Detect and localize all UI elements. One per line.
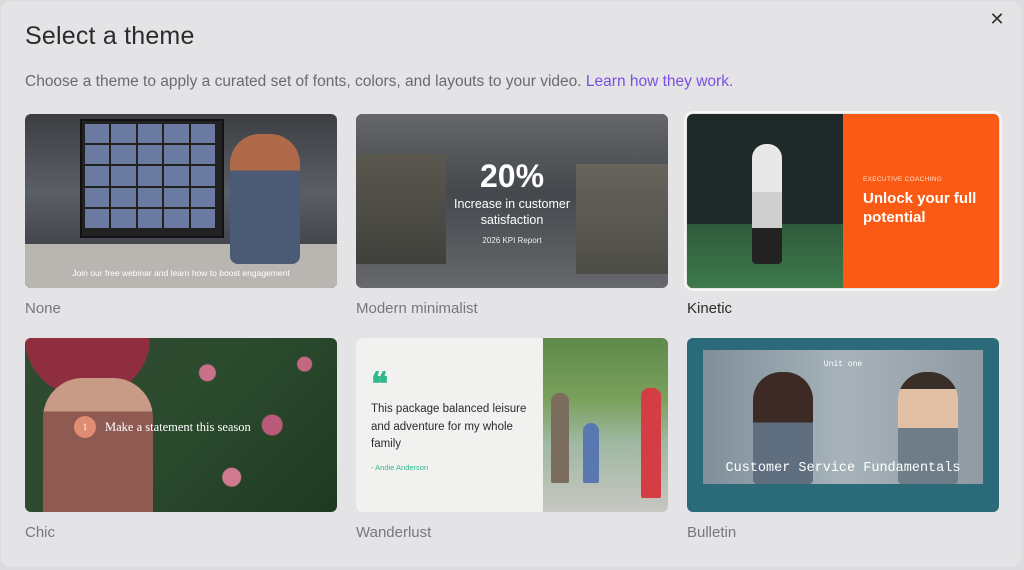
quote-text: This package balanced leisure and advent… — [371, 403, 527, 450]
dialog-subtitle: Choose a theme to apply a curated set of… — [25, 73, 733, 91]
theme-thumbnail-chic: 1 Make a statement this season — [25, 338, 337, 512]
theme-card-wanderlust[interactable]: ❝ This package balanced leisure and adve… — [356, 338, 668, 541]
headline-text: Unlock your full potential — [863, 190, 977, 226]
statement-text: Make a statement this season — [105, 420, 251, 434]
theme-card-modern-minimalist[interactable]: 20% Increase in customer satisfaction 20… — [356, 114, 668, 317]
quote-author: - Andie Anderson — [371, 463, 429, 472]
stat-value: 20% — [479, 158, 545, 194]
theme-card-chic[interactable]: 1 Make a statement this season Chic — [25, 338, 337, 541]
course-title: Customer Service Fundamentals — [725, 461, 961, 476]
theme-label: Bulletin — [687, 524, 737, 541]
theme-label: Modern minimalist — [356, 300, 478, 317]
learn-how-link[interactable]: Learn how they work. — [586, 73, 733, 90]
theme-label: Kinetic — [687, 300, 733, 317]
theme-dialog: ✕ Select a theme Choose a theme to apply… — [1, 1, 1021, 567]
theme-card-kinetic[interactable]: EXECUTIVE COACHING Unlock your full pote… — [684, 111, 1002, 317]
quote-icon: ❝ — [371, 366, 389, 402]
theme-label: None — [25, 300, 61, 317]
theme-card-bulletin[interactable]: Unit one Customer Service Fundamentals B… — [687, 338, 999, 541]
kicker-text: EXECUTIVE COACHING — [863, 176, 943, 183]
close-icon[interactable]: ✕ — [987, 9, 1007, 29]
theme-thumbnail-none: Join our free webinar and learn how to b… — [25, 114, 337, 288]
number-badge: 1 — [74, 416, 96, 438]
subtitle-text: Choose a theme to apply a curated set of… — [25, 73, 582, 90]
unit-label: Unit one — [823, 360, 863, 369]
theme-thumbnail-modern-minimalist: 20% Increase in customer satisfaction 20… — [356, 114, 668, 288]
theme-card-none[interactable]: Join our free webinar and learn how to b… — [25, 114, 337, 317]
theme-thumbnail-kinetic: EXECUTIVE COACHING Unlock your full pote… — [684, 111, 1002, 291]
theme-label: Wanderlust — [356, 524, 432, 541]
thumbnail-caption: Join our free webinar and learn how to b… — [72, 268, 290, 278]
stat-description: Increase in customer satisfaction — [453, 197, 571, 227]
theme-thumbnail-wanderlust: ❝ This package balanced leisure and adve… — [356, 338, 668, 512]
theme-label: Chic — [25, 524, 56, 541]
stat-source: 2026 KPI Report — [482, 236, 542, 245]
dialog-title: Select a theme — [25, 22, 195, 50]
theme-thumbnail-bulletin: Unit one Customer Service Fundamentals — [687, 338, 999, 512]
